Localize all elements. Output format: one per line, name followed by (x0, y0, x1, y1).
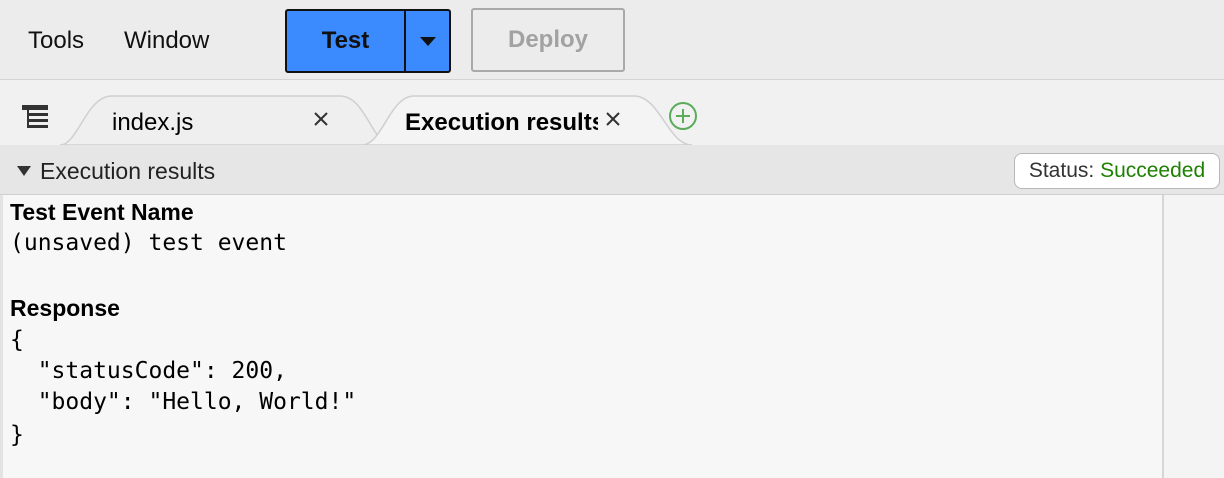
editor-tab-strip: index.js Execution results (0, 80, 1224, 145)
execution-results-title[interactable]: Execution results (40, 157, 215, 185)
close-icon[interactable] (310, 108, 332, 130)
menu-tools[interactable]: Tools (28, 26, 84, 56)
close-icon[interactable] (602, 108, 624, 130)
tab-execution-results-label[interactable]: Execution results (405, 109, 598, 137)
test-button-group: Test (285, 9, 451, 73)
status-label: Status: (1028, 159, 1095, 182)
execution-results-header: Execution results Status: Succeeded (0, 145, 1224, 195)
status-badge: Status: Succeeded (1014, 153, 1220, 189)
test-event-name-heading: Test Event Name (10, 199, 194, 225)
plus-circle-icon[interactable] (668, 101, 698, 131)
test-dropdown-button[interactable] (406, 11, 449, 71)
execution-results-body: Test Event Name (unsaved) test event Res… (0, 195, 1224, 478)
response-heading: Response (10, 295, 120, 321)
test-button[interactable]: Test (287, 11, 404, 71)
deploy-button[interactable]: Deploy (471, 8, 625, 72)
response-line: "body": "Hello, World!" (10, 389, 357, 415)
top-toolbar: Tools Window Test Deploy (0, 0, 1224, 80)
response-line: { (10, 327, 24, 353)
triangle-down-icon[interactable] (16, 165, 32, 177)
panel-left-edge (0, 195, 3, 478)
tab-index-js-label[interactable]: index.js (112, 109, 292, 137)
list-menu-icon[interactable] (22, 104, 52, 130)
response-line: "statusCode": 200, (10, 358, 287, 384)
test-event-name-value: (unsaved) test event (10, 230, 287, 256)
results-right-gutter (1162, 195, 1224, 478)
status-value: Succeeded (1100, 159, 1206, 182)
caret-down-icon (419, 37, 436, 46)
menu-window[interactable]: Window (124, 26, 209, 56)
response-line: } (10, 422, 24, 448)
